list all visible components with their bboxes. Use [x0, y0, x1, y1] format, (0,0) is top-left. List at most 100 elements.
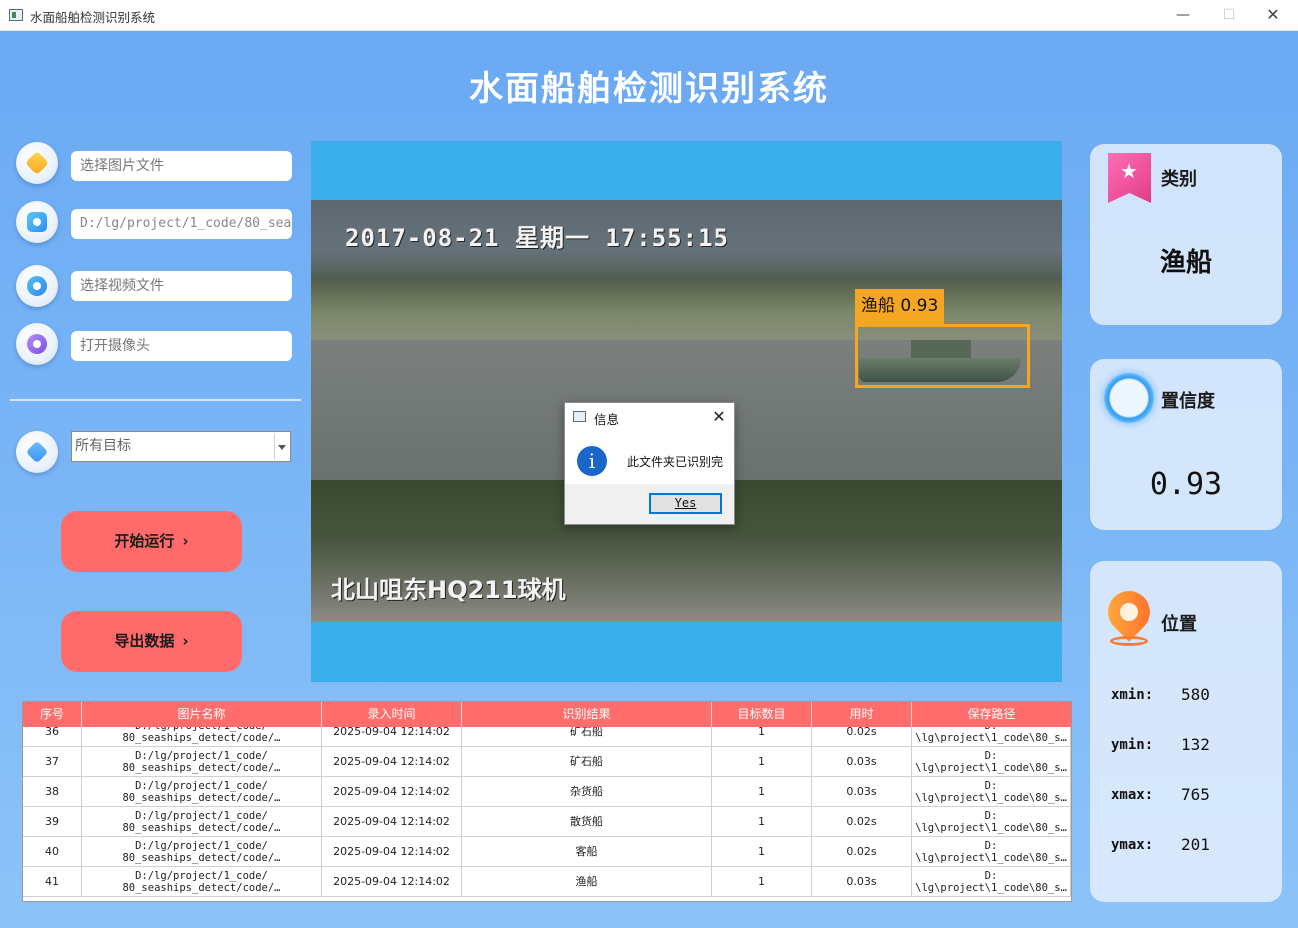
- table-cell-elapsed: 0.03s: [812, 747, 912, 777]
- table-cell-result: 杂货船: [462, 777, 712, 807]
- table-cell-result: 散货船: [462, 807, 712, 837]
- xmin-label: xmin:: [1111, 687, 1154, 703]
- table-row[interactable]: 41 D:/lg/project/1_code/80_seaships_detec…: [23, 867, 1071, 897]
- location-pin-icon: [1099, 582, 1159, 642]
- table-cell-name-line1: D:/lg/project/1_code/: [135, 870, 268, 882]
- table-cell-elapsed: 0.02s: [812, 727, 912, 747]
- table-cell-time: 2025-09-04 12:14:02: [322, 807, 462, 837]
- table-header-cell[interactable]: 识别结果: [462, 702, 712, 727]
- table-header-cell[interactable]: 录入时间: [322, 702, 462, 727]
- camera-icon[interactable]: [16, 323, 58, 365]
- dialog-app-icon: [573, 411, 586, 422]
- table-cell-count: 1: [712, 747, 812, 777]
- osd-camera-name: 北山咀东HQ211球机: [331, 576, 566, 604]
- export-button-label: 导出数据: [114, 632, 175, 650]
- confidence-ring-icon: [1104, 373, 1154, 423]
- table-cell-id: 40: [23, 837, 82, 867]
- table-cell-result: 矿石船: [462, 747, 712, 777]
- location-pin-base: [1110, 636, 1148, 646]
- dialog-body: i 此文件夹已识别完: [565, 431, 734, 484]
- table-header-cell[interactable]: 图片名称: [82, 702, 322, 727]
- page-title: 水面船舶检测识别系统: [469, 69, 829, 109]
- table-cell-name: D:/lg/project/1_code/80_seaships_detect/…: [82, 727, 322, 747]
- table-cell-elapsed: 0.02s: [812, 807, 912, 837]
- start-button[interactable]: 开始运行 ›: [61, 511, 242, 572]
- folder-icon[interactable]: [16, 201, 58, 243]
- divider: [10, 399, 301, 401]
- table-cell-path: D:\lg\project\1_code\80_s…: [912, 777, 1071, 807]
- start-button-label: 开始运行: [114, 532, 175, 550]
- xmin-value: 580: [1181, 685, 1210, 704]
- dialog-yes-label: Yes: [674, 496, 697, 510]
- target-select[interactable]: 所有目标: [71, 431, 291, 462]
- table-cell-name: D:/lg/project/1_code/80_seaships_detect/…: [82, 777, 322, 807]
- table-header-cell[interactable]: 用时: [812, 702, 912, 727]
- dialog-titlebar: 信息 ✕: [565, 403, 734, 431]
- close-button[interactable]: ✕: [1250, 0, 1296, 31]
- table-cell-time: 2025-09-04 12:14:02: [322, 747, 462, 777]
- table-cell-name-line2: 80_seaships_detect/code/…: [122, 882, 281, 894]
- ymin-value: 132: [1181, 735, 1210, 754]
- category-card: 类别 渔船: [1090, 144, 1282, 325]
- table-row[interactable]: 39 D:/lg/project/1_code/80_seaships_detec…: [23, 807, 1071, 837]
- video-file-input[interactable]: 选择视频文件: [71, 271, 292, 301]
- maximize-button[interactable]: ☐: [1206, 0, 1252, 31]
- table-row[interactable]: 36D:/lg/project/1_code/80_seaships_detec…: [23, 727, 1071, 747]
- table-row[interactable]: 40 D:/lg/project/1_code/80_seaships_detec…: [23, 837, 1071, 867]
- chevron-down-icon[interactable]: [274, 434, 288, 459]
- table-cell-path: D:\lg\project\1_code\80_s…: [912, 837, 1071, 867]
- window-titlebar: 水面船舶检测识别系统 — ☐ ✕: [0, 0, 1298, 31]
- folder-path-input[interactable]: D:/lg/project/1_code/80_sea: [71, 209, 292, 239]
- image-file-input[interactable]: 选择图片文件: [71, 151, 292, 181]
- video-icon[interactable]: [16, 265, 58, 307]
- table-cell-name: D:/lg/project/1_code/80_seaships_detect/…: [82, 807, 322, 837]
- ymax-label: ymax:: [1111, 837, 1154, 853]
- table-row[interactable]: 38 D:/lg/project/1_code/80_seaships_detec…: [23, 777, 1071, 807]
- table-cell-path-line2: \lg\project\1_code\80_s…: [915, 822, 1067, 834]
- table-cell-path-line1: D:: [984, 870, 998, 882]
- xmax-value: 765: [1181, 785, 1210, 804]
- export-button[interactable]: 导出数据 ›: [61, 611, 242, 672]
- ymin-label: ymin:: [1111, 737, 1154, 753]
- table-cell-count: 1: [712, 837, 812, 867]
- info-dialog: 信息 ✕ i 此文件夹已识别完 Yes: [564, 402, 735, 525]
- table-cell-result: 矿石船: [462, 727, 712, 747]
- table-header-cell[interactable]: 目标数目: [712, 702, 812, 727]
- table-cell-path-line1: D:: [984, 750, 998, 762]
- osd-timestamp: 2017-08-21 星期一 17:55:15: [345, 224, 729, 252]
- target-tag-icon: [16, 431, 58, 473]
- dialog-close-button[interactable]: ✕: [707, 405, 731, 429]
- position-card: 位置 xmin: 580 ymin: 132 xmax: 765 ymax: 2…: [1090, 561, 1282, 902]
- table-cell-name: D:/lg/project/1_code/80_seaships_detect/…: [82, 867, 322, 897]
- detection-box: [855, 324, 1030, 388]
- table-body: 36D:/lg/project/1_code/80_seaships_detec…: [23, 727, 1071, 901]
- table-header-cell[interactable]: 序号: [23, 702, 82, 727]
- table-cell-path-line2: \lg\project\1_code\80_s…: [915, 852, 1067, 864]
- confidence-value: 0.93: [1149, 467, 1223, 502]
- dialog-yes-button[interactable]: Yes: [649, 493, 722, 514]
- results-table[interactable]: 序号 图片名称 录入时间 识别结果 目标数目 用时 保存路径 36D:/lg/p…: [22, 701, 1072, 902]
- table-cell-path-line2: \lg\project\1_code\80_s…: [915, 882, 1067, 894]
- table-cell-id: 36: [23, 727, 82, 747]
- table-cell-count: 1: [712, 867, 812, 897]
- app-icon: [9, 9, 23, 21]
- table-cell-path-line1: D:: [984, 780, 998, 792]
- minimize-button[interactable]: —: [1160, 0, 1206, 31]
- table-row[interactable]: 37 D:/lg/project/1_code/80_seaships_detec…: [23, 747, 1071, 777]
- table-cell-id: 41: [23, 867, 82, 897]
- table-cell-id: 39: [23, 807, 82, 837]
- table-cell-path-line1: D:: [984, 840, 998, 852]
- table-header: 序号 图片名称 录入时间 识别结果 目标数目 用时 保存路径: [23, 702, 1071, 727]
- table-header-cell[interactable]: 保存路径: [912, 702, 1071, 727]
- table-cell-name-line1: D:/lg/project/1_code/: [135, 750, 268, 762]
- table-cell-path: D:\lg\project\1_code\80_s…: [912, 727, 1071, 747]
- camera-input[interactable]: 打开摄像头: [71, 331, 292, 361]
- target-select-value: 所有目标: [75, 438, 131, 454]
- info-icon: i: [577, 446, 607, 476]
- detection-label: 渔船 0.93: [855, 289, 945, 324]
- folder-image-icon[interactable]: [16, 142, 58, 184]
- table-cell-path-line2: \lg\project\1_code\80_s…: [915, 762, 1067, 774]
- main-window: 水面船舶检测识别系统 选择图片文件 D:/lg/project/1_code/8…: [0, 31, 1298, 928]
- chevron-right-icon: ›: [182, 532, 189, 550]
- confidence-title: 置信度: [1161, 391, 1215, 412]
